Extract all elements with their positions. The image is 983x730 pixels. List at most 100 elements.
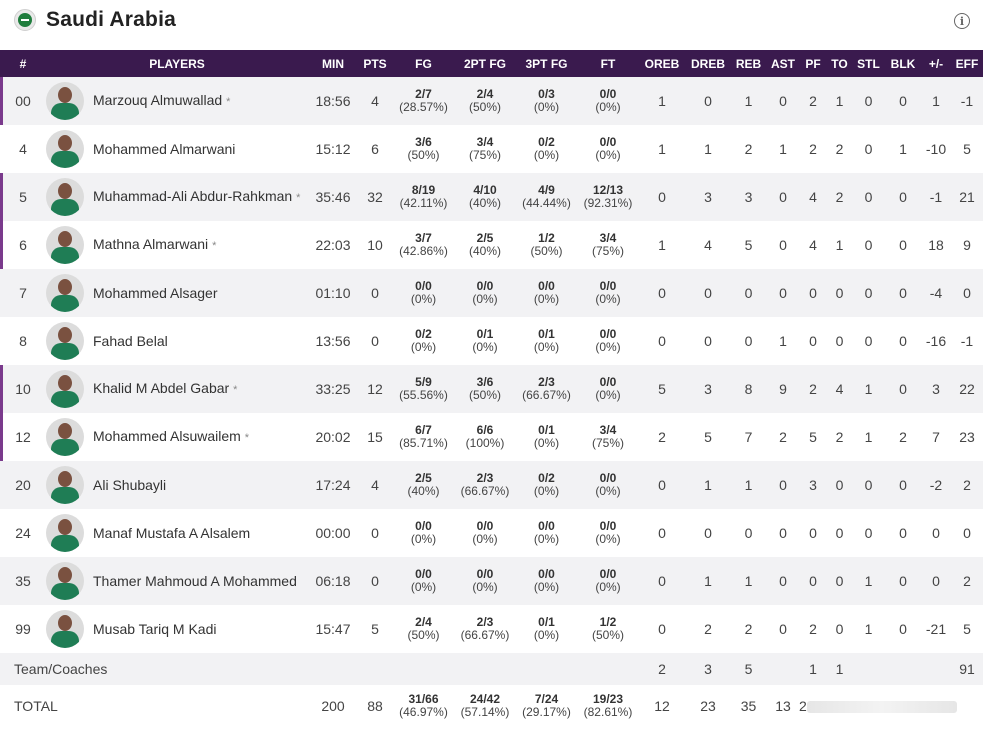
player-cell[interactable]: Marzouq Almuwallad *: [46, 77, 308, 125]
stat-oreb: 1: [658, 141, 666, 157]
player-name[interactable]: Mohammed Almarwani: [93, 141, 235, 157]
empty-cell: [921, 653, 951, 685]
stat-pf: 0: [809, 285, 817, 301]
player-row[interactable]: 8 Fahad Belal 13:56 0 0/2 (0%) 0/1 (0%) 0/1 (0%) 0…: [0, 317, 983, 365]
player-name[interactable]: Khalid M Abdel Gabar: [93, 380, 229, 396]
total-dreb: 23: [700, 698, 716, 714]
stat-ast: 0: [779, 525, 787, 541]
player-row[interactable]: 7 Mohammed Alsager 01:10 0 0/0 (0%) 0/0 (0%) 0/0…: [0, 269, 983, 317]
player-avatar: [46, 274, 84, 312]
player-cell[interactable]: Thamer Mahmoud A Mohammed: [46, 557, 308, 605]
column-header[interactable]: EFF: [951, 50, 983, 77]
player-name[interactable]: Mohammed Alsuwailem: [93, 428, 241, 444]
column-header[interactable]: +/-: [921, 50, 951, 77]
stat-stl: 0: [864, 477, 873, 493]
player-name[interactable]: Thamer Mahmoud A Mohammed: [93, 573, 297, 589]
fg2: 2/3 (66.67%): [455, 605, 515, 653]
column-header[interactable]: PTS: [358, 50, 392, 77]
column-header[interactable]: FT: [578, 50, 638, 77]
stat-stl: 0: [864, 525, 873, 541]
ft-percentage: (50%): [591, 628, 624, 642]
stat-pm: -4: [929, 285, 943, 301]
player-cell[interactable]: Mohammed Alsager: [46, 269, 308, 317]
ft-percentage: (0%): [595, 580, 621, 594]
player-name[interactable]: Manaf Mustafa A Alsalem: [93, 525, 250, 541]
stat-oreb: 0: [658, 189, 666, 205]
player-row[interactable]: 35 Thamer Mahmoud A Mohammed 06:18 0 0/0 (0%)…: [0, 557, 983, 605]
column-header[interactable]: 3PT FG: [515, 50, 578, 77]
fg-percentage: (85.71%): [399, 436, 448, 450]
fg: 3/7 (42.86%): [392, 221, 455, 269]
column-header[interactable]: PLAYERS: [46, 50, 308, 77]
player-row[interactable]: 5 Muhammad-Ali Abdur-Rahkman * 35:46 32 8/19…: [0, 173, 983, 221]
player-cell[interactable]: Mohammed Alsuwailem *: [46, 413, 308, 461]
fg3-percentage: (0%): [533, 340, 560, 354]
empty-cell: [392, 653, 455, 685]
column-header[interactable]: DREB: [686, 50, 730, 77]
jersey-number: 20: [15, 477, 31, 493]
stat-ast: 2: [779, 429, 787, 445]
fg3-percentage: (0%): [533, 628, 560, 642]
stat-ast: 0: [779, 285, 787, 301]
stat-eff: 5: [963, 621, 971, 637]
stat-dreb: 0: [704, 525, 712, 541]
jersey-number: 10: [0, 365, 46, 413]
column-header[interactable]: #: [0, 50, 46, 77]
player-row[interactable]: 99 Musab Tariq M Kadi 15:47 5 2/4 (50%) 2/3 (66…: [0, 605, 983, 653]
player-cell[interactable]: Mathna Almarwani *: [46, 221, 308, 269]
column-header[interactable]: OREB: [638, 50, 686, 77]
stat-reb: 1: [744, 477, 753, 493]
ft: 0/0 (0%): [578, 365, 638, 413]
player-cell[interactable]: Fahad Belal: [46, 317, 308, 365]
stat-blk: 0: [899, 477, 907, 493]
player-name[interactable]: Mohammed Alsager: [93, 285, 218, 301]
player-row[interactable]: 4 Mohammed Almarwani 15:12 6 3/6 (50%) 3/4 (75%…: [0, 125, 983, 173]
player-row[interactable]: 12 Mohammed Alsuwailem * 20:02 15 6/7 (85.71%…: [0, 413, 983, 461]
player-cell[interactable]: Muhammad-Ali Abdur-Rahkman *: [46, 173, 308, 221]
column-header[interactable]: BLK: [885, 50, 921, 77]
player-cell[interactable]: Mohammed Almarwani: [46, 125, 308, 173]
stat-oreb: 0: [658, 285, 666, 301]
stat-reb: 5: [744, 237, 753, 253]
stat-pf: 0: [809, 333, 817, 349]
fg3: 0/2 (0%): [515, 461, 578, 509]
player-name[interactable]: Musab Tariq M Kadi: [93, 621, 216, 637]
player-row[interactable]: 6 Mathna Almarwani * 22:03 10 3/7 (42.86%) 2/5…: [0, 221, 983, 269]
player-name[interactable]: Fahad Belal: [93, 333, 168, 349]
player-cell[interactable]: Musab Tariq M Kadi: [46, 605, 308, 653]
minutes: 17:24: [315, 477, 351, 493]
stat-oreb: 5: [658, 381, 666, 397]
ft: 0/0 (0%): [578, 557, 638, 605]
info-icon[interactable]: i: [954, 13, 970, 29]
player-row[interactable]: 10 Khalid M Abdel Gabar * 33:25 12 5/9 (55.56…: [0, 365, 983, 413]
fg3-percentage: (0%): [533, 532, 560, 546]
total-points: 88: [367, 698, 383, 714]
column-header[interactable]: 2PT FG: [455, 50, 515, 77]
column-header[interactable]: MIN: [308, 50, 358, 77]
column-header[interactable]: AST: [767, 50, 799, 77]
fg2-percentage: (100%): [465, 436, 505, 450]
player-row[interactable]: 24 Manaf Mustafa A Alsalem 00:00 0 0/0 (0%) 0/…: [0, 509, 983, 557]
player-name[interactable]: Muhammad-Ali Abdur-Rahkman: [93, 188, 292, 204]
player-name[interactable]: Ali Shubayli: [93, 477, 166, 493]
player-name[interactable]: Marzouq Almuwallad: [93, 92, 222, 108]
total-reb: 35: [740, 698, 757, 714]
player-name[interactable]: Mathna Almarwani: [93, 236, 208, 252]
column-header[interactable]: STL: [852, 50, 885, 77]
fg3: 2/3 (66.67%): [515, 365, 578, 413]
column-header[interactable]: PF: [799, 50, 827, 77]
fg-percentage: (42.11%): [399, 196, 448, 210]
column-header[interactable]: REB: [730, 50, 767, 77]
stat-pf: 4: [809, 189, 817, 205]
player-cell[interactable]: Ali Shubayli: [46, 461, 308, 509]
stat-to: 0: [835, 621, 844, 637]
player-cell[interactable]: Khalid M Abdel Gabar *: [46, 365, 308, 413]
column-header[interactable]: TO: [827, 50, 852, 77]
ft-percentage: (92.31%): [583, 196, 633, 210]
player-row[interactable]: 00 Marzouq Almuwallad * 18:56 4 2/7 (28.57%) 2…: [0, 77, 983, 125]
player-row[interactable]: 20 Ali Shubayli 17:24 4 2/5 (40%) 2/3 (66.67%) 0…: [0, 461, 983, 509]
player-cell[interactable]: Manaf Mustafa A Alsalem: [46, 509, 308, 557]
stat-pm: 3: [932, 381, 940, 397]
stat-stl: 1: [864, 429, 873, 445]
column-header[interactable]: FG: [392, 50, 455, 77]
